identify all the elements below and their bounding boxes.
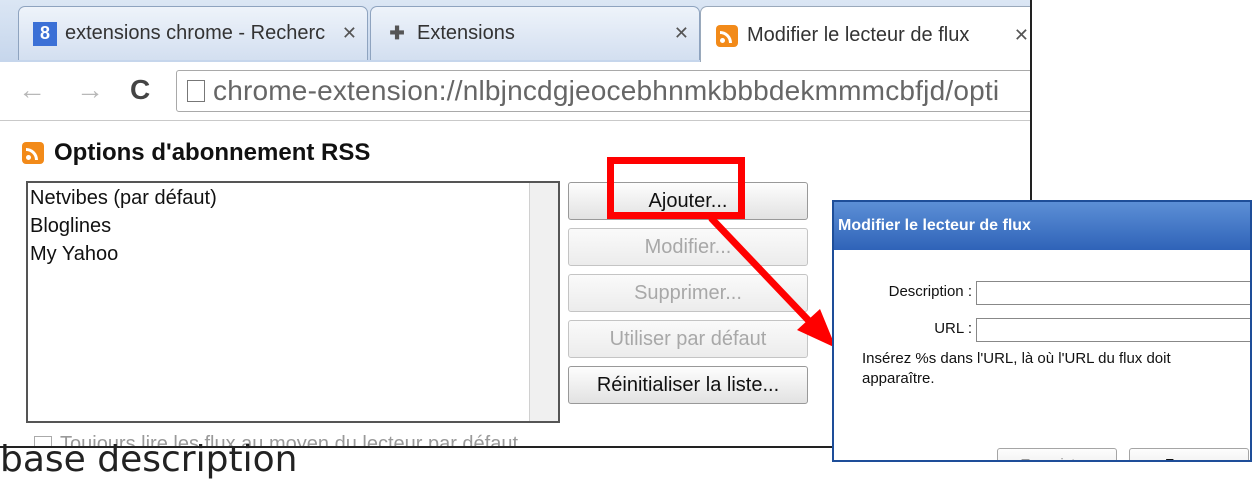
dialog-title: Modifier le lecteur de flux [834,202,1250,250]
url-field[interactable] [976,318,1250,342]
feed-reader-dialog: Modifier le lecteur de flux Description … [832,200,1252,462]
close-button[interactable]: Fermer [1129,448,1249,460]
save-button[interactable]: Enregistrer [997,448,1117,460]
dialog-body: Description : URL : Insérez %s dans l'UR… [834,250,1250,460]
description-label: Description : [888,283,972,300]
dialog-note: Insérez %s dans l'URL, là où l'URL du fl… [862,350,1171,387]
url-label: URL : [934,320,972,337]
description-field[interactable] [976,281,1250,305]
